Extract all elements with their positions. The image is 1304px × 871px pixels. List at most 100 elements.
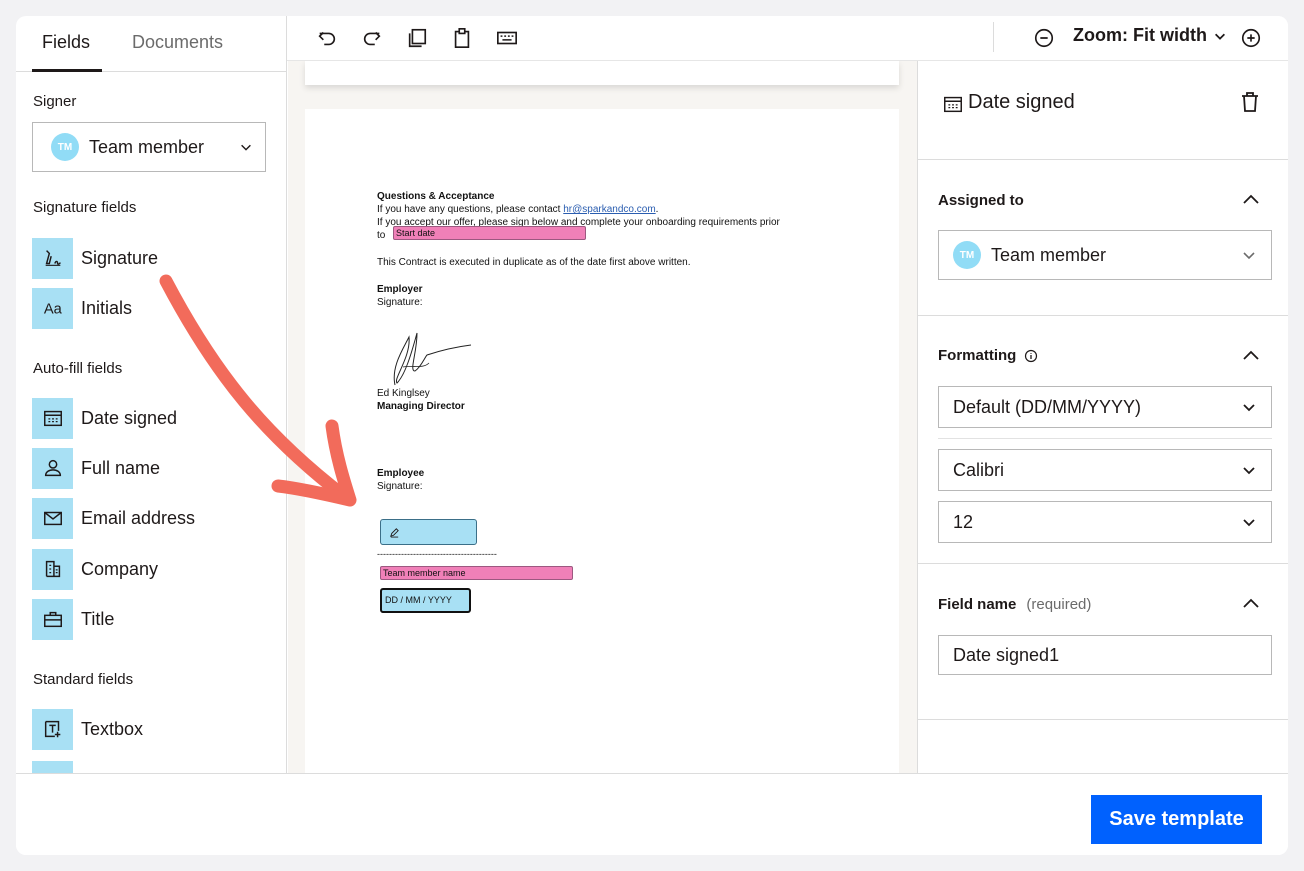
doc-prior-line: to (377, 230, 386, 241)
doc-signer-title: Managing Director (377, 401, 465, 412)
field-signature[interactable]: Signature (32, 237, 158, 279)
initials-icon: Aa (32, 287, 73, 329)
field-label: Signature (81, 247, 159, 268)
team-member-name-field[interactable]: Team member name (380, 566, 573, 580)
signer-label: Signer (33, 93, 77, 110)
doc-contact-line: If you have any questions, please contac… (377, 204, 658, 215)
formatting-section: Formatting Default (DD/MM/YYYY) Calibri … (918, 316, 1288, 564)
field-full-name[interactable]: Full name (32, 447, 160, 489)
chevron-down-icon (1243, 519, 1255, 527)
zoom-in-button[interactable] (1239, 26, 1263, 50)
field-title[interactable]: Title (32, 598, 114, 640)
field-label: Textbox (81, 718, 144, 739)
doc-signer-name: Ed Kinglsey (377, 388, 430, 399)
zoom-label: Zoom: Fit width (1073, 25, 1207, 45)
email-link[interactable]: hr@sparkandco.com (563, 204, 655, 215)
field-name-label: Field name (938, 596, 1017, 613)
doc-employee-signature-label: Signature: (377, 481, 423, 492)
date-signed-field[interactable]: DD / MM / YYYY (380, 588, 471, 613)
chevron-down-icon (1243, 252, 1255, 260)
field-name-input[interactable]: Date signed1 (938, 635, 1272, 675)
date-format-select[interactable]: Default (DD/MM/YYYY) (938, 386, 1272, 428)
doc-employer-signature-label: Signature: (377, 297, 423, 308)
properties-title: Date signed (968, 91, 1075, 113)
chevron-down-icon (1214, 33, 1225, 40)
info-icon[interactable] (1024, 349, 1038, 363)
chevron-up-icon[interactable] (1240, 345, 1262, 367)
clipboard-icon (454, 28, 470, 48)
trash-icon[interactable] (1238, 90, 1262, 114)
calendar-icon (944, 96, 962, 113)
keyboard-icon (497, 31, 517, 45)
minus-circle-icon (1034, 28, 1054, 48)
properties-panel: Date signed Assigned to TM Team member F… (917, 61, 1288, 773)
signature-line: ---------------------------------------- (377, 549, 497, 559)
zoom-out-button[interactable] (1032, 26, 1056, 50)
copy-button[interactable] (405, 26, 429, 50)
font-select[interactable]: Calibri (938, 449, 1272, 491)
field-date-signed[interactable]: Date signed (32, 397, 177, 439)
doc-employer: Employer (377, 284, 423, 295)
field-next-partial[interactable] (32, 760, 73, 773)
list-icon (32, 760, 73, 773)
paste-button[interactable] (450, 26, 474, 50)
doc-employee: Employee (377, 468, 425, 479)
document-viewer[interactable]: Questions & Acceptance If you have any q… (288, 61, 917, 773)
chevron-down-icon (1243, 404, 1255, 412)
assigned-label: Assigned to (938, 192, 1024, 209)
app-window: Fields Documents Signer TM Team member S… (16, 16, 1288, 855)
field-label: Title (81, 608, 115, 629)
undo-button[interactable] (315, 26, 339, 50)
save-template-button[interactable]: Save template (1091, 795, 1262, 844)
tab-documents[interactable]: Documents (132, 32, 223, 53)
calendar-icon (32, 397, 73, 439)
zoom-select[interactable]: Zoom: Fit width (1073, 25, 1227, 46)
field-company[interactable]: Company (32, 548, 158, 590)
doc-heading: Questions & Acceptance (377, 191, 495, 202)
building-icon (32, 548, 73, 590)
signature-icon (32, 237, 73, 279)
footer: Save template (16, 773, 1288, 855)
person-icon (32, 447, 73, 489)
signer-name: Team member (89, 136, 205, 157)
chevron-down-icon (241, 144, 251, 151)
panel-tabs: Fields Documents (16, 16, 286, 72)
chevron-up-icon[interactable] (1240, 593, 1262, 615)
chevron-up-icon[interactable] (1240, 189, 1262, 211)
previous-page (305, 61, 899, 85)
envelope-icon (32, 497, 73, 539)
field-initials[interactable]: Aa Initials (32, 287, 132, 329)
doc-executed-line: This Contract is executed in duplicate a… (377, 257, 691, 268)
doc-text: If you have any questions, please contac… (377, 204, 564, 215)
undo-icon (318, 31, 336, 46)
tab-fields[interactable]: Fields (42, 32, 90, 53)
start-date-field[interactable]: Start date (393, 226, 586, 240)
autofill-fields-label: Auto-fill fields (33, 360, 123, 377)
keyboard-shortcuts-button[interactable] (495, 26, 519, 50)
assignee-name: Team member (991, 244, 1107, 265)
pen-icon (390, 528, 399, 538)
field-label: Email address (81, 507, 196, 528)
divider (938, 438, 1272, 439)
document-page[interactable]: Questions & Acceptance If you have any q… (305, 109, 899, 773)
field-label: Date signed (81, 407, 178, 428)
formatting-header: Formatting (938, 347, 1038, 364)
redo-button[interactable] (360, 26, 384, 50)
signer-select[interactable]: TM Team member (32, 122, 266, 172)
handwritten-signature (393, 332, 472, 386)
signature-field-placeholder[interactable] (380, 519, 477, 545)
field-label: Initials (81, 297, 133, 318)
doc-text: . (655, 204, 659, 215)
field-email-address[interactable]: Email address (32, 497, 195, 539)
required-label: (required) (1026, 596, 1092, 613)
briefcase-icon (32, 598, 73, 640)
field-name-section: Field name (required) Date signed1 (918, 564, 1288, 720)
standard-fields-label: Standard fields (33, 671, 134, 688)
assignee-select[interactable]: TM Team member (938, 230, 1272, 280)
field-label: Company (81, 558, 159, 579)
field-textbox[interactable]: Textbox (32, 708, 143, 750)
font-size-select[interactable]: 12 (938, 501, 1272, 543)
avatar: TM (953, 241, 981, 269)
assigned-section: Assigned to TM Team member (918, 160, 1288, 316)
avatar: TM (51, 133, 79, 161)
